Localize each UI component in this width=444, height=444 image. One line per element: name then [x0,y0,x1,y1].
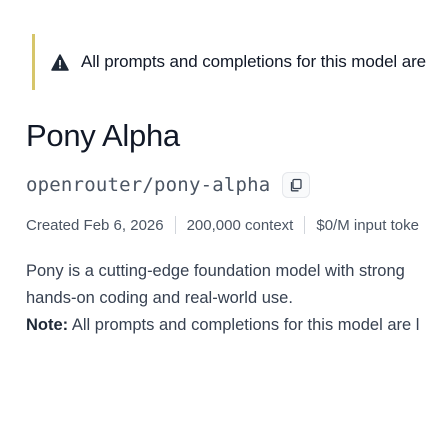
data-logging-notice: All prompts and completions for this mod… [32,34,444,90]
description-note: Note: All prompts and completions for th… [26,312,444,339]
model-meta: Created Feb 6, 2026 200,000 context $0/M… [26,216,419,234]
input-pricing: $0/M input toke [316,216,419,234]
description-line: hands-on coding and real-world use. [26,289,293,307]
context-length: 200,000 context [186,216,294,234]
model-description: Pony is a cutting-edge foundation model … [26,258,444,339]
note-label: Note: [26,316,69,334]
copy-model-id-button[interactable] [282,172,311,198]
model-title: Pony Alpha [26,118,180,153]
copy-icon [289,178,303,192]
model-id-row: openrouter/pony-alpha [26,172,311,198]
created-date: Created Feb 6, 2026 [26,216,164,234]
notice-text: All prompts and completions for this mod… [81,52,427,71]
description-line: Pony is a cutting-edge foundation model … [26,262,405,280]
warning-icon [51,53,69,71]
meta-divider [174,216,176,234]
model-id: openrouter/pony-alpha [26,174,271,196]
note-text: All prompts and completions for this mod… [68,316,420,334]
meta-divider [304,216,306,234]
